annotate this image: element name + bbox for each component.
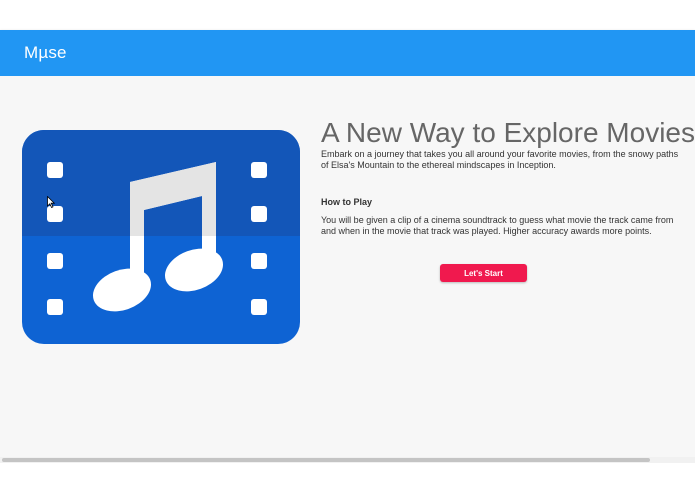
how-to-play-text: You will be given a clip of a cinema sou… [321,215,674,236]
film-hole [251,162,267,178]
main-content: A New Way to Explore Movies Embark on a … [0,76,695,462]
film-music-note-icon [22,130,300,344]
film-hole [251,299,267,315]
film-hole [251,206,267,222]
mouse-cursor-icon [47,196,55,208]
film-hole [47,299,63,315]
bottom-margin [0,463,695,494]
film-hole [47,206,63,222]
app-title[interactable]: Mµse [24,43,67,63]
how-to-play-heading: How to Play [321,197,373,207]
film-hole [251,253,267,269]
page-title: A New Way to Explore Movies [321,116,695,148]
lets-start-button[interactable]: Let's Start [440,264,527,282]
horizontal-scrollbar-thumb[interactable] [2,458,650,462]
app-header: Mµse [0,30,695,76]
intro-text: Embark on a journey that takes you all a… [321,149,679,170]
film-hole [47,253,63,269]
film-hole [47,162,63,178]
